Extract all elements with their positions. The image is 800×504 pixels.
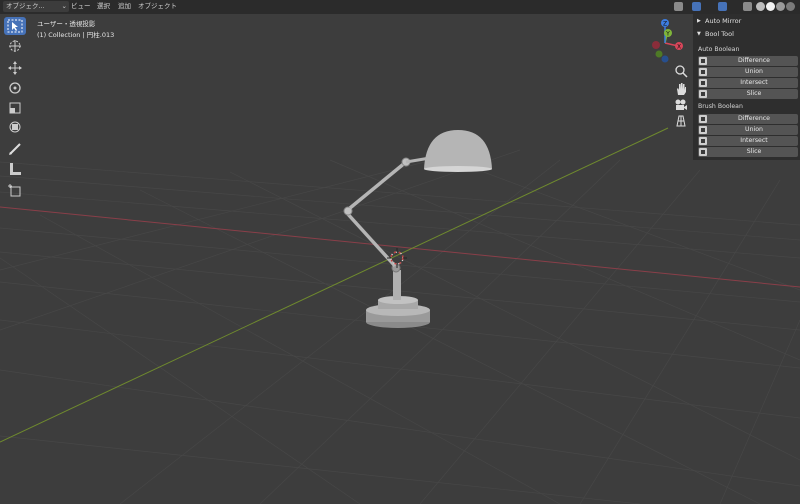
camera-view-button[interactable] <box>674 98 688 112</box>
view-name: ユーザー・透視投影 <box>37 20 96 28</box>
gizmo-neg-x-axis <box>652 41 660 49</box>
slice-icon <box>699 90 707 98</box>
brush-slice-button[interactable]: Slice <box>698 147 798 157</box>
union-icon <box>699 126 707 134</box>
viewport-header: オブジェク... ⌄ ビュー 選択 追加 オブジェクト <box>0 0 800 14</box>
menu-view[interactable]: ビュー <box>68 1 94 12</box>
material-shading-icon[interactable] <box>776 2 785 11</box>
scale-tool[interactable] <box>4 99 26 117</box>
intersect-icon <box>699 79 707 87</box>
scale-icon <box>9 102 21 114</box>
chevron-down-icon: ⌄ <box>61 2 67 10</box>
magnifier-icon <box>675 65 688 78</box>
rotate-tool[interactable] <box>4 79 26 97</box>
measure-tool[interactable] <box>4 160 26 178</box>
solid-shading-icon[interactable] <box>766 2 775 11</box>
auto-mirror-panel-header[interactable]: ▶ Auto Mirror <box>693 15 800 27</box>
gizmo-x-label: X <box>677 44 681 51</box>
transform-icon <box>9 121 21 133</box>
brush-union-button[interactable]: Union <box>698 125 798 135</box>
transform-tool[interactable] <box>4 118 26 136</box>
gizmo-toggle-icon[interactable] <box>692 2 701 11</box>
gizmo-neg-y-axis <box>655 50 663 58</box>
move-tool[interactable] <box>4 59 26 77</box>
annotate-tool[interactable] <box>4 140 26 158</box>
gizmo-y-label: Y <box>665 31 670 38</box>
zoom-button[interactable] <box>674 64 688 78</box>
select-box-tool[interactable] <box>4 17 26 35</box>
add-cube-tool[interactable] <box>4 181 26 199</box>
chevron-right-icon: ▶ <box>697 18 701 24</box>
auto-boolean-label: Auto Boolean <box>698 46 740 53</box>
pencil-icon <box>9 143 21 155</box>
difference-icon <box>699 115 707 123</box>
collection-info: (1) Collection | 円柱.013 <box>37 31 115 39</box>
cube-add-icon <box>8 184 21 197</box>
rendered-shading-icon[interactable] <box>786 2 795 11</box>
visibility-icon[interactable] <box>674 2 683 11</box>
wireframe-shading-icon[interactable] <box>756 2 765 11</box>
auto-intersect-button[interactable]: Intersect <box>698 78 798 88</box>
pan-button[interactable] <box>674 82 688 96</box>
auto-mirror-label: Auto Mirror <box>705 17 742 25</box>
mode-dropdown[interactable]: オブジェク... ⌄ <box>3 1 69 12</box>
navigation-gizmo[interactable]: Z Y X <box>640 16 690 66</box>
xray-icon[interactable] <box>743 2 752 11</box>
sidebar-panel: ▶ Auto Mirror ▼ Bool Tool Auto Boolean D… <box>693 14 800 160</box>
union-icon <box>699 68 707 76</box>
auto-difference-button[interactable]: Difference <box>698 56 798 66</box>
gizmo-z-label: Z <box>663 21 667 28</box>
gizmo-neg-z-axis <box>661 55 669 63</box>
ruler-icon <box>10 163 21 175</box>
brush-boolean-label: Brush Boolean <box>698 103 743 110</box>
intersect-icon <box>699 137 707 145</box>
overlay-toggle-icon[interactable] <box>718 2 727 11</box>
camera-icon <box>675 99 687 110</box>
menu-add[interactable]: 追加 <box>115 1 134 12</box>
crosshair-icon <box>9 40 21 52</box>
rotate-icon <box>9 82 21 94</box>
bool-tool-label: Bool Tool <box>705 30 734 38</box>
brush-intersect-button[interactable]: Intersect <box>698 136 798 146</box>
brush-difference-button[interactable]: Difference <box>698 114 798 124</box>
mode-label: オブジェク... <box>6 2 45 10</box>
cursor-arrow-icon <box>7 19 23 33</box>
slice-icon <box>699 148 707 156</box>
grid-icon <box>676 115 686 127</box>
move-icon <box>8 61 22 75</box>
menu-object[interactable]: オブジェクト <box>135 1 180 12</box>
bool-tool-panel-header[interactable]: ▼ Bool Tool <box>693 28 800 40</box>
auto-slice-button[interactable]: Slice <box>698 89 798 99</box>
perspective-toggle-button[interactable] <box>674 114 688 128</box>
chevron-down-icon: ▼ <box>697 31 701 37</box>
auto-union-button[interactable]: Union <box>698 67 798 77</box>
hand-icon <box>677 83 686 95</box>
cursor-tool[interactable] <box>4 37 26 55</box>
difference-icon <box>699 57 707 65</box>
menu-select[interactable]: 選択 <box>94 1 113 12</box>
